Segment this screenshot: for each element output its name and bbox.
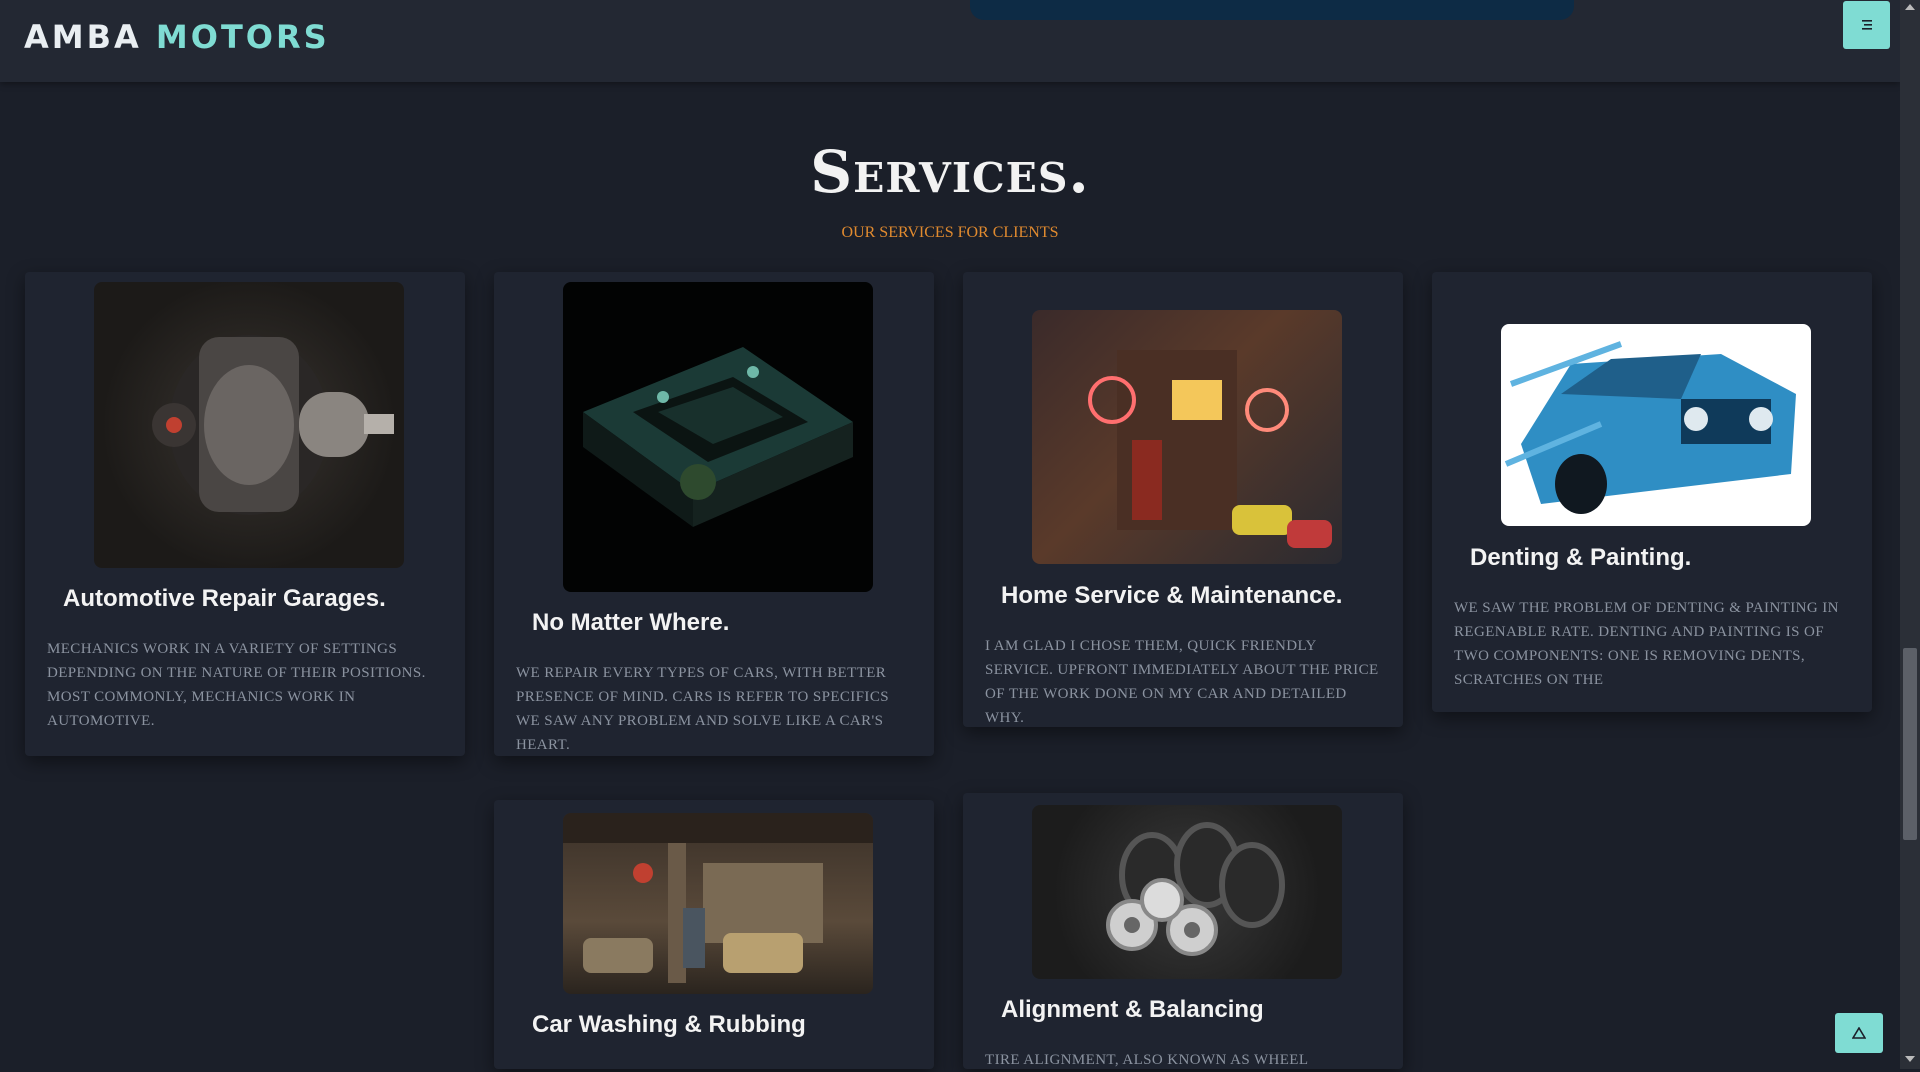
section-subtitle: OUR SERVICES FOR CLIENTS bbox=[841, 224, 1059, 241]
blue-car-sketch-image bbox=[1501, 324, 1811, 526]
site-logo[interactable]: AMBA MOTORS bbox=[24, 18, 330, 56]
card-text: I am glad I chose them, quick friendly s… bbox=[985, 638, 1379, 726]
menu-icon bbox=[1861, 20, 1872, 30]
car-wash-garage-image bbox=[563, 813, 873, 994]
section-title: Services. bbox=[810, 138, 1090, 206]
service-card[interactable]: Denting & Painting. We saw the problem o… bbox=[1432, 272, 1872, 712]
back-to-top-button[interactable] bbox=[1835, 1013, 1883, 1053]
site-header: AMBA MOTORS bbox=[0, 0, 1900, 82]
service-card[interactable]: Car Washing & Rubbing bbox=[494, 800, 934, 1069]
triangle-up-icon bbox=[1852, 1027, 1866, 1039]
card-title: Alignment & Balancing bbox=[1001, 996, 1264, 1023]
logo-text-motors: MOTORS bbox=[155, 18, 330, 56]
logo-text-amba: AMBA bbox=[24, 18, 142, 56]
card-text: We repair every types of cars, with bett… bbox=[516, 665, 889, 753]
card-title: Automotive Repair Garages. bbox=[63, 585, 386, 612]
hero-banner-edge bbox=[970, 0, 1574, 20]
scroll-thumb[interactable] bbox=[1903, 648, 1917, 840]
page-scrollbar[interactable] bbox=[1900, 0, 1920, 1069]
service-card[interactable]: Home Service & Maintenance. I am glad I … bbox=[963, 272, 1403, 727]
card-title: Home Service & Maintenance. bbox=[1001, 582, 1343, 609]
menu-button[interactable] bbox=[1843, 1, 1890, 49]
service-card[interactable]: No Matter Where. We repair every types o… bbox=[494, 272, 934, 756]
tires-wheels-image bbox=[1032, 805, 1342, 979]
card-text: Mechanics work in a variety of settings … bbox=[47, 641, 426, 729]
card-title: Denting & Painting. bbox=[1470, 544, 1692, 571]
engine-image bbox=[94, 282, 404, 568]
neon-garage-image bbox=[1032, 310, 1342, 564]
card-text: Tire alignment, also known as wheel bbox=[985, 1052, 1309, 1068]
scroll-up-icon[interactable] bbox=[1905, 4, 1915, 10]
card-title: No Matter Where. bbox=[532, 609, 730, 636]
card-title: Car Washing & Rubbing bbox=[532, 1011, 806, 1038]
card-text: We saw the problem of denting & painting… bbox=[1454, 600, 1839, 688]
scroll-down-icon[interactable] bbox=[1905, 1056, 1915, 1062]
service-card[interactable]: Automotive Repair Garages. Mechanics wor… bbox=[25, 272, 465, 756]
service-card[interactable]: Alignment & Balancing Tire alignment, al… bbox=[963, 793, 1403, 1069]
isometric-car-image bbox=[563, 282, 873, 592]
